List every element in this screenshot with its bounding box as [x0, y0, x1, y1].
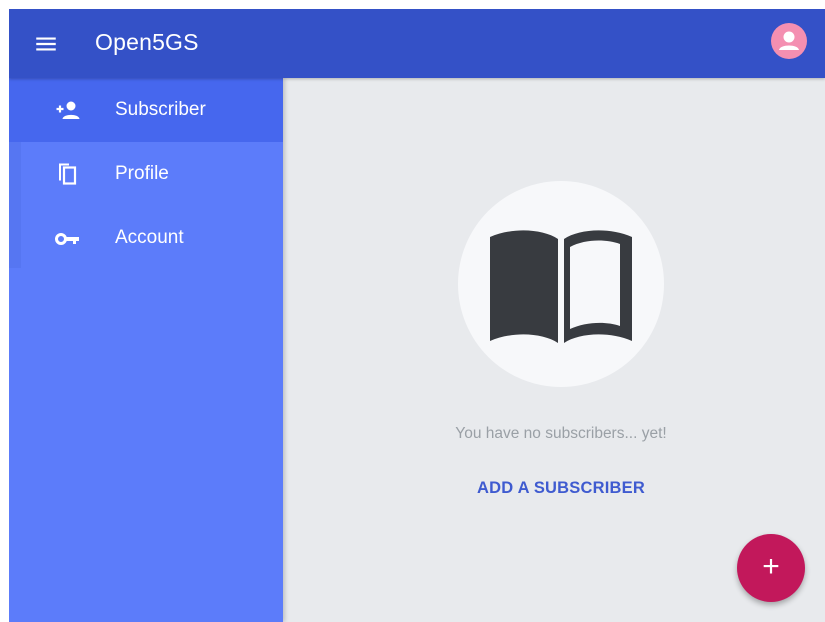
person-add-icon [56, 101, 80, 119]
book-icon [490, 230, 632, 343]
app-window: Open5GS Subscriber Profile Account You h… [9, 9, 825, 622]
menu-icon [36, 37, 56, 51]
add-subscriber-link[interactable]: ADD A SUBSCRIBER [461, 479, 661, 498]
account-circle-icon [779, 31, 799, 50]
sidebar-item-label: Subscriber [115, 99, 206, 120]
sidebar-item-label: Profile [115, 163, 169, 184]
plus-icon: + [762, 550, 780, 583]
copy-icon [59, 163, 77, 185]
sidebar-item-label: Account [115, 227, 184, 248]
menu-button[interactable] [33, 31, 59, 57]
add-subscriber-fab[interactable]: + [737, 534, 805, 602]
account-avatar-button[interactable] [771, 23, 807, 59]
sidebar-item-account[interactable]: Account [9, 206, 283, 270]
empty-state-message: You have no subscribers... yet! [455, 425, 667, 442]
empty-state-illustration [458, 181, 664, 387]
main-content: You have no subscribers... yet! ADD A SU… [283, 78, 825, 622]
sidebar: Subscriber Profile Account [9, 78, 283, 622]
sidebar-item-profile[interactable]: Profile [9, 142, 283, 206]
sidebar-item-subscriber[interactable]: Subscriber [9, 78, 283, 142]
top-app-bar: Open5GS [9, 9, 825, 78]
key-icon [55, 233, 79, 245]
app-title: Open5GS [95, 29, 199, 55]
